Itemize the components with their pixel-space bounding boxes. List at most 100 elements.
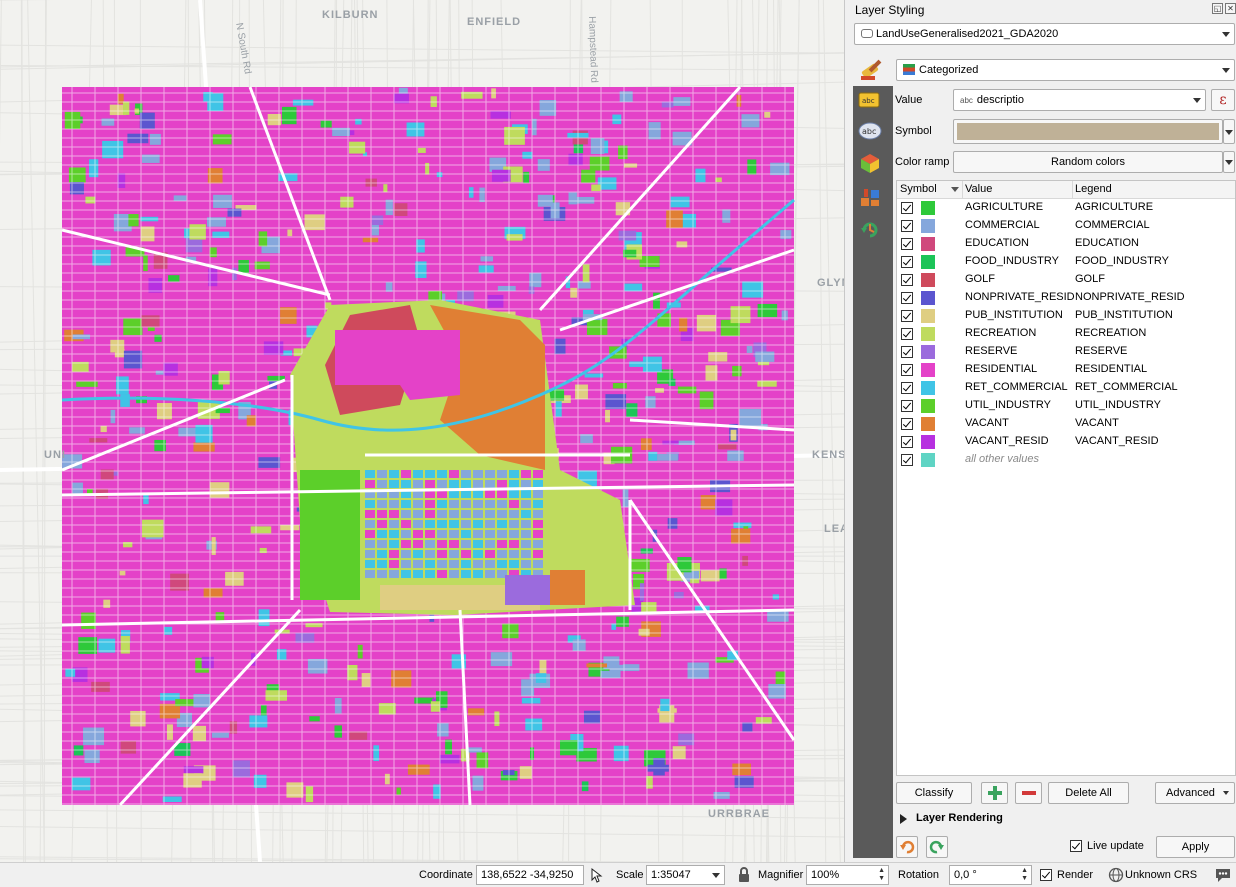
category-value[interactable]: RESERVE: [965, 345, 1017, 357]
mouse-pointer-icon[interactable]: [588, 867, 604, 883]
category-value[interactable]: UTIL_INDUSTRY: [965, 399, 1051, 411]
category-swatch[interactable]: [921, 363, 935, 377]
category-checkbox[interactable]: [901, 328, 913, 340]
category-checkbox[interactable]: [901, 400, 913, 412]
category-legend[interactable]: VACANT_RESID: [1075, 435, 1159, 447]
expand-arrow-icon[interactable]: [900, 814, 907, 824]
category-value[interactable]: VACANT: [965, 417, 1009, 429]
delete-category-button[interactable]: [1015, 782, 1042, 804]
redo-button[interactable]: [926, 836, 948, 858]
category-swatch[interactable]: [921, 345, 935, 359]
category-legend[interactable]: RESIDENTIAL: [1075, 363, 1147, 375]
category-legend[interactable]: VACANT: [1075, 417, 1119, 429]
table-row[interactable]: all other values: [897, 451, 1235, 469]
category-value[interactable]: PUB_INSTITUTION: [965, 309, 1063, 321]
category-value[interactable]: RET_COMMERCIAL: [965, 381, 1068, 393]
delete-all-button[interactable]: Delete All: [1048, 782, 1129, 804]
category-swatch[interactable]: [921, 201, 935, 215]
classify-button[interactable]: Classify: [896, 782, 972, 804]
table-row[interactable]: COMMERCIAL COMMERCIAL: [897, 217, 1235, 235]
messages-icon[interactable]: [1214, 866, 1232, 884]
category-legend[interactable]: FOOD_INDUSTRY: [1075, 255, 1169, 267]
category-value[interactable]: RESIDENTIAL: [965, 363, 1037, 375]
table-row[interactable]: EDUCATION EDUCATION: [897, 235, 1235, 253]
category-value[interactable]: FOOD_INDUSTRY: [965, 255, 1059, 267]
categories-table[interactable]: Symbol Value Legend AGRICULTURE AGRICULTU…: [896, 180, 1236, 776]
category-swatch[interactable]: [921, 327, 935, 341]
crs-label[interactable]: Unknown CRS: [1125, 869, 1197, 881]
column-header-symbol[interactable]: Symbol: [900, 183, 937, 195]
category-swatch[interactable]: [921, 255, 935, 269]
category-value[interactable]: AGRICULTURE: [965, 201, 1043, 213]
category-value[interactable]: EDUCATION: [965, 237, 1029, 249]
category-legend[interactable]: EDUCATION: [1075, 237, 1139, 249]
render-checkbox[interactable]: [1040, 869, 1052, 881]
symbol-button[interactable]: [953, 119, 1223, 144]
float-icon[interactable]: ◱: [1212, 3, 1223, 14]
table-row[interactable]: PUB_INSTITUTION PUB_INSTITUTION: [897, 307, 1235, 325]
history-tab[interactable]: [859, 218, 881, 240]
category-checkbox[interactable]: [901, 238, 913, 250]
table-row[interactable]: UTIL_INDUSTRY UTIL_INDUSTRY: [897, 397, 1235, 415]
labels-tab[interactable]: abc: [858, 92, 880, 114]
symbology-tab[interactable]: [853, 54, 893, 86]
advanced-button[interactable]: Advanced: [1155, 782, 1235, 804]
live-update-checkbox[interactable]: [1070, 840, 1082, 852]
table-row[interactable]: GOLF GOLF: [897, 271, 1235, 289]
symbol-dropdown[interactable]: [1223, 119, 1235, 144]
layer-rendering-toggle[interactable]: Layer Rendering: [916, 812, 1003, 824]
category-legend[interactable]: RESERVE: [1075, 345, 1127, 357]
category-checkbox[interactable]: [901, 256, 913, 268]
table-row[interactable]: FOOD_INDUSTRY FOOD_INDUSTRY: [897, 253, 1235, 271]
layer-combo[interactable]: LandUseGeneralised2021_GDA2020: [854, 23, 1235, 45]
masks-tab[interactable]: abc: [858, 122, 882, 144]
globe-icon[interactable]: [1108, 867, 1124, 883]
category-value[interactable]: COMMERCIAL: [965, 219, 1040, 231]
category-value[interactable]: RECREATION: [965, 327, 1036, 339]
table-row[interactable]: RECREATION RECREATION: [897, 325, 1235, 343]
table-row[interactable]: VACANT_RESID VACANT_RESID: [897, 433, 1235, 451]
category-checkbox[interactable]: [901, 292, 913, 304]
category-legend[interactable]: GOLF: [1075, 273, 1105, 285]
category-checkbox[interactable]: [901, 418, 913, 430]
category-swatch[interactable]: [921, 219, 935, 233]
category-value[interactable]: GOLF: [965, 273, 995, 285]
category-legend[interactable]: NONPRIVATE_RESID: [1075, 291, 1185, 303]
category-legend[interactable]: UTIL_INDUSTRY: [1075, 399, 1161, 411]
category-checkbox[interactable]: [901, 310, 913, 322]
add-category-button[interactable]: [981, 782, 1008, 804]
column-header-value[interactable]: Value: [965, 183, 992, 195]
category-value[interactable]: VACANT_RESID: [965, 435, 1049, 447]
table-row[interactable]: RESIDENTIAL RESIDENTIAL: [897, 361, 1235, 379]
category-checkbox[interactable]: [901, 220, 913, 232]
category-checkbox[interactable]: [901, 364, 913, 376]
category-legend[interactable]: RET_COMMERCIAL: [1075, 381, 1178, 393]
3d-view-tab[interactable]: [859, 152, 881, 174]
column-header-legend[interactable]: Legend: [1075, 183, 1112, 195]
lock-icon[interactable]: [737, 867, 751, 883]
category-swatch[interactable]: [921, 309, 935, 323]
apply-button[interactable]: Apply: [1156, 836, 1235, 858]
category-value[interactable]: all other values: [965, 453, 1039, 465]
table-row[interactable]: RET_COMMERCIAL RET_COMMERCIAL: [897, 379, 1235, 397]
close-icon[interactable]: ✕: [1225, 3, 1236, 14]
category-swatch[interactable]: [921, 291, 935, 305]
table-row[interactable]: NONPRIVATE_RESID NONPRIVATE_RESID: [897, 289, 1235, 307]
magnifier-spinbox[interactable]: 100% ▲ ▼: [806, 865, 889, 885]
category-swatch[interactable]: [921, 381, 935, 395]
table-row[interactable]: AGRICULTURE AGRICULTURE: [897, 199, 1235, 217]
category-swatch[interactable]: [921, 237, 935, 251]
category-legend[interactable]: PUB_INSTITUTION: [1075, 309, 1173, 321]
renderer-combo[interactable]: Categorized: [896, 59, 1235, 81]
color-ramp-dropdown[interactable]: [1223, 151, 1235, 173]
category-legend[interactable]: RECREATION: [1075, 327, 1146, 339]
coordinate-field[interactable]: 138,6522 -34,9250: [476, 865, 584, 885]
category-swatch[interactable]: [921, 453, 935, 467]
category-legend[interactable]: AGRICULTURE: [1075, 201, 1153, 213]
category-checkbox[interactable]: [901, 202, 913, 214]
category-checkbox[interactable]: [901, 382, 913, 394]
expression-button[interactable]: ε: [1211, 89, 1235, 111]
color-ramp-button[interactable]: Random colors: [953, 151, 1223, 173]
map-canvas[interactable]: KILBURN ENFIELD GLYN KENS LEA UNI URRBRA…: [0, 0, 845, 862]
table-row[interactable]: VACANT VACANT: [897, 415, 1235, 433]
